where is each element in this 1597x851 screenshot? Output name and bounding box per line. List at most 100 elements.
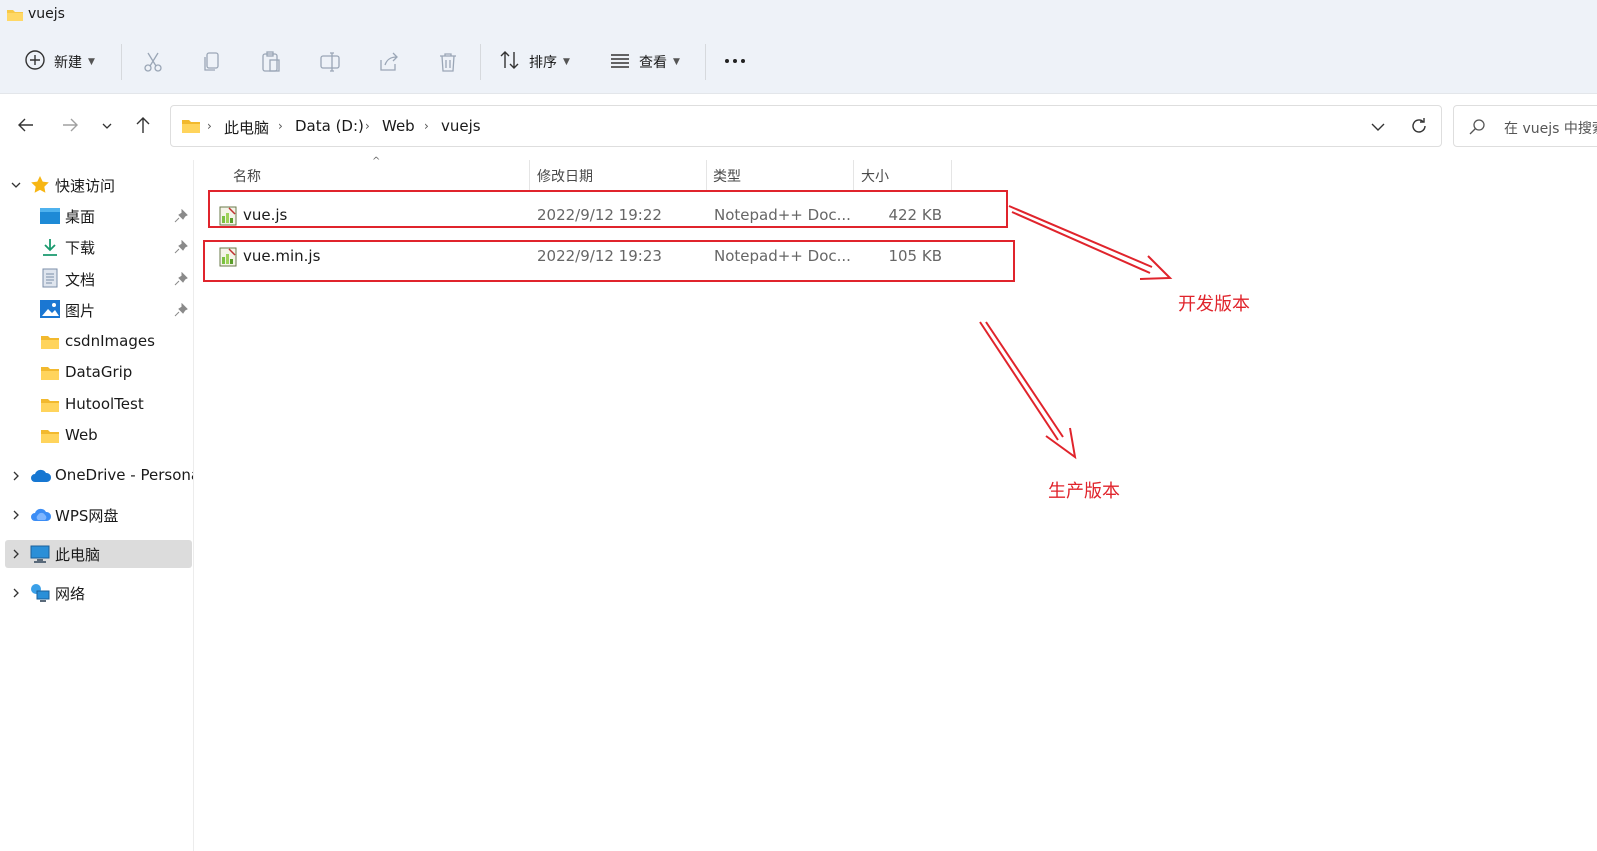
chevron-right-icon [10,468,22,484]
cut-icon[interactable] [141,50,165,74]
chevron-down-icon: ▼ [563,57,570,67]
chevron-right-icon [10,546,22,562]
navigation-pane: 快速访问 桌面 下载 文档 图片 csdnImages DataGrip Hut… [0,160,194,851]
column-header-modified[interactable]: 修改日期 [530,160,706,190]
column-header-name[interactable]: 名称 [195,160,530,190]
new-button-label: 新建 [54,55,82,71]
new-button[interactable]: 新建 ▼ [24,46,95,78]
chevron-right-icon [10,507,22,523]
command-bar: 新建 ▼ 排序 ▼ 查看 ▼ [0,30,1597,94]
sidebar-item-downloads[interactable]: 下载 [0,233,193,261]
sidebar-item-label: 下载 [65,239,96,257]
network-icon [30,583,50,603]
document-icon [42,268,62,288]
toolbar-divider [121,44,122,80]
sidebar-item-onedrive[interactable]: OneDrive - Persona [0,462,193,490]
folder-icon [40,428,60,448]
back-arrow-icon[interactable] [15,114,37,136]
toolbar-divider [705,44,706,80]
folder-icon [181,118,201,138]
recent-locations-chevron-icon[interactable] [99,114,121,136]
chevron-down-icon: ▼ [673,57,680,67]
paste-icon[interactable] [259,50,283,74]
forward-arrow-icon[interactable] [59,114,81,136]
sidebar-item-label: 网络 [55,585,86,603]
sidebar-item-documents[interactable]: 文档 [0,265,193,293]
sidebar-item-csdnimages[interactable]: csdnImages [0,328,193,356]
sidebar-item-label: 快速访问 [55,177,116,195]
sidebar-item-web[interactable]: Web [0,422,193,450]
window-title: vuejs [28,6,65,22]
sidebar-item-label: 此电脑 [55,546,101,564]
sort-button[interactable]: 排序 ▼ [499,46,570,78]
delete-icon[interactable] [436,50,460,74]
title-bar: vuejs [0,0,1597,30]
search-box[interactable]: 在 vuejs 中搜索 [1453,105,1597,147]
view-button[interactable]: 查看 ▼ [609,46,680,78]
sidebar-item-quick-access[interactable]: 快速访问 [0,171,193,199]
breadcrumb-data-drive[interactable]: Data (D:) [295,117,364,135]
sidebar-item-this-pc[interactable]: 此电脑 [5,540,192,568]
pin-icon [174,239,188,258]
breadcrumb-separator-icon: › [207,119,212,133]
folder-icon [40,397,60,417]
more-icon [723,54,747,70]
column-header-size[interactable]: 大小 [854,160,951,190]
share-icon[interactable] [377,50,401,74]
view-list-icon [609,49,631,75]
sidebar-item-label: Web [65,426,98,444]
computer-icon [30,544,50,564]
sort-icon [499,49,521,75]
breadcrumb-separator-icon: › [278,119,283,133]
annotation-box-prod [203,240,1015,282]
sidebar-item-label: WPS网盘 [55,507,119,525]
up-arrow-icon[interactable] [132,114,154,136]
breadcrumb-separator-icon: › [424,119,429,133]
sidebar-item-label: csdnImages [65,332,155,350]
search-icon [1468,118,1486,140]
column-header-label: 大小 [861,169,889,185]
address-row: › 此电脑 › Data (D:) › Web › vuejs 在 vuejs … [0,95,1597,157]
add-circle-icon [24,49,46,75]
download-icon [40,237,60,257]
copy-icon[interactable] [200,50,224,74]
rename-icon[interactable] [318,50,342,74]
sidebar-item-desktop[interactable]: 桌面 [0,202,193,230]
address-bar[interactable]: › 此电脑 › Data (D:) › Web › vuejs [170,105,1442,147]
folder-icon [40,334,60,354]
folder-icon [6,7,24,27]
breadcrumb-web[interactable]: Web [382,117,415,135]
pin-icon [174,302,188,321]
pictures-icon [40,300,60,320]
breadcrumb-this-pc[interactable]: 此电脑 [224,117,269,138]
sidebar-item-datagrip[interactable]: DataGrip [0,359,193,387]
annotation-label-prod: 生产版本 [1048,481,1120,502]
sidebar-item-pictures[interactable]: 图片 [0,296,193,324]
star-icon [30,175,50,195]
sidebar-item-label: 文档 [65,271,96,289]
sort-button-label: 排序 [529,55,557,71]
column-header-type[interactable]: 类型 [707,160,853,190]
sidebar-item-network[interactable]: 网络 [0,579,193,607]
wps-cloud-icon [30,507,52,527]
column-header-label: 类型 [713,169,741,185]
onedrive-cloud-icon [30,468,52,488]
refresh-icon[interactable] [1409,116,1429,140]
sidebar-item-wps[interactable]: WPS网盘 [0,501,193,529]
breadcrumb-vuejs[interactable]: vuejs [441,117,481,135]
annotation-box-dev [208,190,1008,228]
pin-icon [174,208,188,227]
sidebar-item-label: 桌面 [65,208,96,226]
column-header-label: 名称 [233,169,261,185]
toolbar-divider [480,44,481,80]
column-header-label: 修改日期 [537,169,593,185]
breadcrumb-separator-icon: › [365,119,370,133]
column-divider[interactable] [951,160,952,190]
more-options-button[interactable] [723,46,747,78]
folder-icon [40,365,60,385]
address-history-chevron-icon[interactable] [1369,118,1387,140]
desktop-icon [40,207,60,227]
sidebar-item-label: OneDrive - Persona [55,466,193,484]
sidebar-item-label: DataGrip [65,363,133,381]
sidebar-item-hutooltest[interactable]: HutoolTest [0,391,193,419]
